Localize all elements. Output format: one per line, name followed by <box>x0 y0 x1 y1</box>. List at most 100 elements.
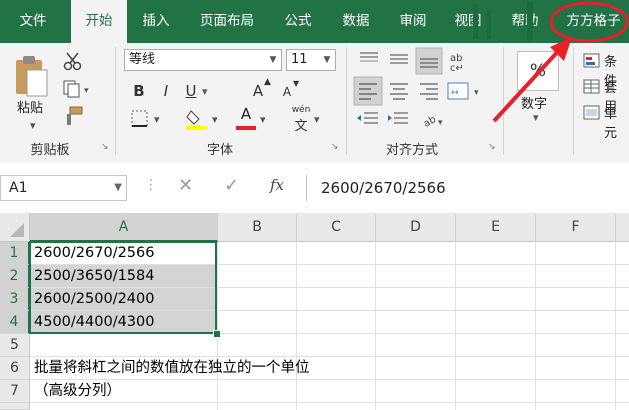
underline-button[interactable]: U <box>182 81 200 101</box>
paste-dropdown-icon[interactable]: ▾ <box>30 119 36 132</box>
svg-text:↔: ↔ <box>451 88 459 98</box>
align-right-icon <box>420 83 438 100</box>
clipboard-dialog-launcher[interactable]: ↘ <box>101 142 111 152</box>
ribbon-separator <box>346 47 347 155</box>
formula-bar: A1 ▼ ⋮ ✕ ✓ fx 2600/2670/2566 <box>0 163 629 214</box>
row-header-2[interactable]: 2 <box>0 265 30 288</box>
fill-color-dropdown-icon[interactable]: ▾ <box>212 113 218 126</box>
tab-file[interactable]: 文件 <box>0 0 66 43</box>
paste-button[interactable] <box>10 51 54 99</box>
column-header-e[interactable]: E <box>456 213 536 242</box>
orientation-icon: ab ▾ <box>422 114 443 130</box>
gridline <box>30 402 629 403</box>
font-color-dropdown-icon[interactable]: ▾ <box>260 113 266 126</box>
format-painter-icon[interactable] <box>62 106 84 126</box>
gridline <box>535 242 536 410</box>
row-header-4[interactable]: 4 <box>0 311 30 334</box>
fill-handle[interactable] <box>213 330 221 338</box>
tab-data[interactable]: 数据 <box>328 0 384 43</box>
enter-icon[interactable]: ✓ <box>224 175 239 196</box>
gridline <box>296 242 297 410</box>
phonetic-guide-label: wén <box>291 105 311 115</box>
border-dropdown-icon[interactable]: ▾ <box>154 113 160 126</box>
cell-a6[interactable]: 批量将斜杠之间的数值放在独立的一个单位 <box>31 357 310 379</box>
worksheet-grid: A B C D E F 1 2 3 4 5 6 7 2600/2670/2566… <box>0 213 629 410</box>
shrink-font-arrow-icon: ▼ <box>293 79 300 88</box>
font-color-button[interactable]: A <box>236 105 256 131</box>
font-dialog-launcher[interactable]: ↘ <box>331 142 341 152</box>
bold-button[interactable]: B <box>130 81 148 101</box>
row-header-3[interactable]: 3 <box>0 288 30 311</box>
cancel-icon[interactable]: ✕ <box>178 175 193 196</box>
row-header-8[interactable] <box>0 403 30 410</box>
chevron-down-icon[interactable]: ▼ <box>264 50 281 70</box>
row-header-5[interactable]: 5 <box>0 334 30 357</box>
phonetic-dropdown-icon[interactable]: ▾ <box>314 113 320 126</box>
phonetic-guide-glyph: 文 <box>294 119 308 134</box>
tab-home[interactable]: 开始 <box>71 0 127 43</box>
svg-text:ab: ab <box>422 114 438 130</box>
svg-text:▾: ▾ <box>438 118 443 128</box>
selection-border <box>29 241 217 334</box>
name-box-value: A1 <box>9 180 28 196</box>
clipboard-group-label: 剪贴板 <box>30 143 70 158</box>
column-header-g[interactable] <box>616 213 629 242</box>
font-group-label: 字体 <box>206 143 233 158</box>
ribbon-separator <box>115 47 116 155</box>
name-box[interactable]: A1 ▼ <box>0 175 127 201</box>
chevron-down-icon[interactable]: ▼ <box>318 50 335 70</box>
cell-a7[interactable]: （高级分列） <box>31 380 121 402</box>
gridline <box>375 242 376 410</box>
alignment-group-label: 对齐方式 <box>385 143 438 158</box>
cell-styles-label[interactable]: 单元 <box>604 103 629 141</box>
svg-text:▾: ▾ <box>84 86 89 96</box>
annotation-arrow <box>492 37 572 123</box>
grow-font-arrow-icon: ▲ <box>264 77 271 87</box>
border-icon[interactable] <box>130 109 152 129</box>
chevron-down-icon[interactable]: ▼ <box>114 176 122 200</box>
copy-icon[interactable]: ▾ <box>62 79 92 99</box>
formula-input[interactable]: 2600/2670/2566 <box>306 175 629 201</box>
align-center-icon <box>390 83 408 100</box>
gridline <box>217 242 218 410</box>
font-name-combo[interactable]: 等线 ▼ <box>124 49 282 71</box>
paste-label[interactable]: 粘贴 <box>17 97 43 116</box>
select-all-button[interactable] <box>0 213 30 242</box>
italic-button[interactable]: I <box>157 81 175 101</box>
svg-text:▾: ▾ <box>474 88 479 98</box>
tab-page-layout[interactable]: 页面布局 <box>186 0 268 43</box>
font-color-bar <box>236 126 256 130</box>
tab-review[interactable]: 审阅 <box>388 0 438 43</box>
row-header-7[interactable]: 7 <box>0 380 30 403</box>
insert-function-button[interactable]: fx <box>270 176 284 194</box>
column-header-b[interactable]: B <box>218 213 297 242</box>
paste-icon <box>16 56 48 97</box>
font-size-value: 11 <box>291 52 308 67</box>
increase-indent-icon <box>388 112 408 124</box>
fill-color-icon[interactable] <box>185 107 209 131</box>
gridline <box>455 242 456 410</box>
formula-bar-grip-icon[interactable]: ⋮ <box>144 177 158 193</box>
cut-icon[interactable] <box>62 51 84 71</box>
column-header-d[interactable]: D <box>376 213 456 242</box>
tab-insert[interactable]: 插入 <box>130 0 182 43</box>
gridline <box>615 242 616 410</box>
align-middle-icon <box>390 54 408 64</box>
tab-formulas[interactable]: 公式 <box>272 0 324 43</box>
font-name-value: 等线 <box>129 52 156 67</box>
decrease-indent-icon <box>357 112 378 124</box>
row-header-1[interactable]: 1 <box>0 242 30 265</box>
column-header-a[interactable]: A <box>30 213 218 242</box>
ribbon: 粘贴 ▾ ▾ 剪贴板 ↘ 等线 ▼ 11 ▼ B I U ▾ A ▲ A ▼ ▾… <box>0 37 629 164</box>
column-header-f[interactable]: F <box>536 213 616 242</box>
phonetic-guide-button[interactable]: wén 文 <box>290 105 312 134</box>
underline-dropdown-icon[interactable]: ▾ <box>202 85 208 98</box>
svg-text:c↵: c↵ <box>450 63 464 74</box>
align-top-icon <box>360 52 378 62</box>
font-size-combo[interactable]: 11 ▼ <box>286 49 336 71</box>
column-header-c[interactable]: C <box>297 213 376 242</box>
merge-center-icon: ↔ ▾ <box>447 82 479 100</box>
alignment-dialog-launcher[interactable]: ↘ <box>488 142 498 152</box>
font-color-letter: A <box>240 105 252 123</box>
row-header-6[interactable]: 6 <box>0 357 30 380</box>
